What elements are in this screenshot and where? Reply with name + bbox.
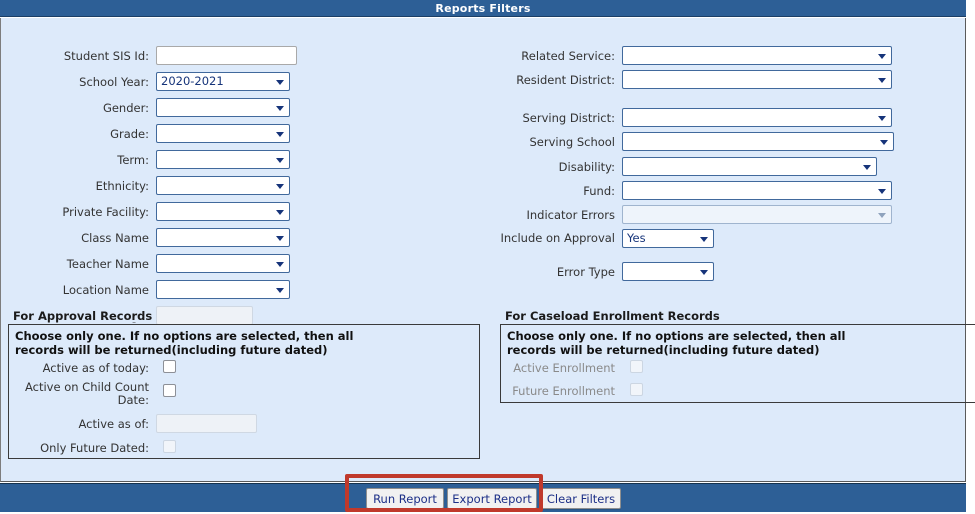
select-indicator-errors (622, 205, 892, 224)
label-class-name: Class Name (81, 231, 149, 245)
label-active-as-of: Active as of: (78, 417, 149, 431)
select-serving-district[interactable] (622, 108, 892, 127)
label-active-enrollment: Active Enrollment (513, 361, 615, 375)
select-teacher-name[interactable] (156, 254, 290, 273)
chevron-down-icon (276, 261, 284, 267)
chevron-down-icon (276, 131, 284, 137)
select-include-on-approval-value: Yes (627, 231, 646, 245)
caseload-enrollment-note-line1: Choose only one. If no options are selec… (507, 329, 846, 343)
label-resident-district: Resident District: (516, 73, 615, 87)
label-term: Term: (117, 153, 149, 167)
select-related-service[interactable] (622, 46, 892, 65)
label-gender: Gender: (102, 101, 149, 115)
input-age (156, 306, 253, 325)
caseload-enrollment-note-line2: records will be returned(including futur… (507, 343, 820, 357)
chevron-down-icon (276, 235, 284, 241)
approval-records-legend: For Approval Records (10, 310, 157, 322)
select-location-name[interactable] (156, 280, 290, 299)
chevron-down-icon (276, 209, 284, 215)
page-title: Reports Filters (435, 1, 531, 15)
input-active-as-of (156, 414, 257, 433)
select-class-name[interactable] (156, 228, 290, 247)
chevron-down-icon (880, 139, 888, 145)
label-indicator-errors: Indicator Errors (526, 208, 616, 222)
label-student-sis-id: Student SIS Id: (63, 49, 149, 63)
select-term[interactable] (156, 150, 290, 169)
checkbox-active-as-of-today[interactable] (163, 360, 176, 373)
chevron-down-icon (700, 236, 708, 242)
label-grade: Grade: (110, 127, 149, 141)
label-location-name: Location Name (62, 283, 149, 297)
chevron-down-icon (276, 287, 284, 293)
reports-filters-window: Reports Filters Student SIS Id: School Y… (0, 0, 975, 514)
label-error-type: Error Type (556, 265, 615, 279)
chevron-down-icon (700, 269, 708, 275)
chevron-down-icon (276, 105, 284, 111)
checkbox-only-future-dated (163, 440, 176, 453)
chevron-down-icon (878, 188, 886, 194)
select-gender[interactable] (156, 98, 290, 117)
select-fund[interactable] (622, 181, 892, 200)
clear-filters-button[interactable]: Clear Filters (541, 488, 621, 509)
select-school-year-value: 2020-2021 (161, 74, 224, 88)
input-student-sis-id[interactable] (156, 46, 297, 65)
label-ethnicity: Ethnicity: (95, 179, 149, 193)
approval-records-note-line1: Choose only one. If no options are selec… (15, 329, 354, 343)
label-only-future-dated: Only Future Dated: (40, 441, 149, 455)
chevron-down-icon (878, 115, 886, 121)
label-include-on-approval: Include on Approval (500, 231, 615, 245)
chevron-down-icon (878, 53, 886, 59)
label-teacher-name: Teacher Name (66, 257, 149, 271)
select-disability[interactable] (622, 157, 877, 176)
checkbox-active-enrollment (630, 360, 643, 373)
label-active-on-child-count-date: Active on Child Count Date: (24, 380, 149, 407)
select-grade[interactable] (156, 124, 290, 143)
chevron-down-icon (276, 157, 284, 163)
chevron-down-icon (276, 79, 284, 85)
select-school-year[interactable]: 2020-2021 (156, 72, 290, 91)
select-error-type[interactable] (622, 262, 714, 281)
select-serving-school[interactable] (622, 132, 894, 151)
checkbox-future-enrollment (630, 383, 643, 396)
label-active-as-of-today: Active as of today: (42, 361, 149, 375)
chevron-down-icon (878, 212, 886, 218)
label-serving-district: Serving District: (522, 111, 615, 125)
select-private-facility[interactable] (156, 202, 290, 221)
caseload-enrollment-legend: For Caseload Enrollment Records (502, 310, 724, 322)
select-ethnicity[interactable] (156, 176, 290, 195)
checkbox-active-on-child-count-date[interactable] (163, 384, 176, 397)
label-fund: Fund: (583, 184, 615, 198)
chevron-down-icon (276, 183, 284, 189)
label-private-facility: Private Facility: (62, 205, 149, 219)
label-related-service: Related Service: (521, 49, 615, 63)
filters-body-panel: Student SIS Id: School Year: 2020-2021 G… (0, 18, 975, 482)
window-title-bar: Reports Filters (0, 0, 966, 17)
select-include-on-approval[interactable]: Yes (622, 229, 714, 248)
label-future-enrollment: Future Enrollment (512, 384, 615, 398)
approval-records-note-line2: records will be returned(including futur… (15, 343, 328, 357)
footer-toolbar: Run Report Export Report Clear Filters (0, 483, 966, 512)
chevron-down-icon (863, 164, 871, 170)
run-report-button[interactable]: Run Report (366, 488, 444, 509)
label-serving-school: Serving School (529, 135, 615, 149)
label-school-year: School Year: (79, 75, 149, 89)
export-report-button[interactable]: Export Report (447, 488, 537, 509)
select-resident-district[interactable] (622, 70, 892, 89)
label-disability: Disability: (558, 160, 615, 174)
chevron-down-icon (878, 77, 886, 83)
